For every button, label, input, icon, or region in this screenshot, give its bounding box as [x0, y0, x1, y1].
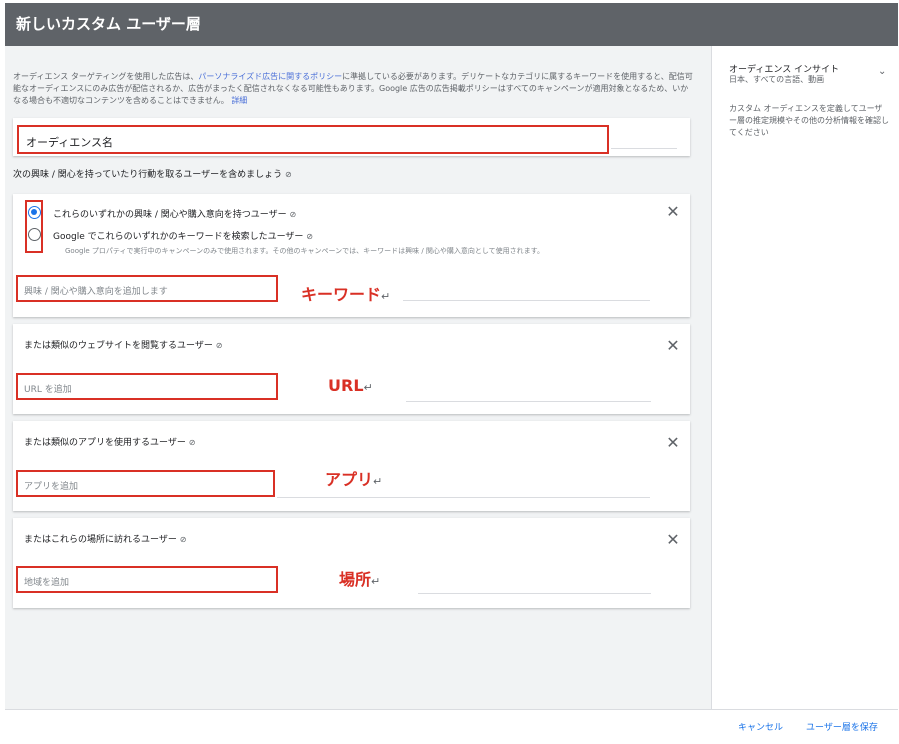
location-card: またはこれらの場所に訪れるユーザー ⊘ ✕ 地域を追加 場所↵	[13, 518, 690, 608]
app-card: または類似のアプリを使用するユーザー ⊘ ✕ アプリを追加 アプリ↵	[13, 421, 690, 511]
keywords-card: これらのいずれかの興味 / 関心や購入意向を持つユーザー ⊘ Google でこ…	[13, 194, 690, 317]
keyword-annotation-text: キーワード	[301, 285, 382, 304]
cancel-button[interactable]: キャンセル	[738, 720, 783, 733]
audience-name-underline	[611, 148, 677, 149]
option-search-keywords-label: Google でこれらのいずれかのキーワードを検索したユーザー	[53, 232, 304, 242]
location-annotation: 場所↵	[339, 566, 380, 590]
keyword-underline	[403, 300, 650, 301]
help-circle-icon[interactable]: ⊘	[180, 535, 187, 544]
help-circle-icon[interactable]: ⊘	[189, 438, 196, 447]
app-card-title-text: または類似のアプリを使用するユーザー	[24, 438, 186, 448]
location-underline	[418, 593, 651, 594]
help-circle-icon[interactable]: ⊘	[285, 170, 292, 179]
option-search-note: Google プロパティで実行中のキャンペーンのみで使用されます。その他のキャン…	[65, 247, 544, 255]
app-underline	[277, 497, 650, 498]
policy-link[interactable]: パーソナライズド広告に関するポリシー	[198, 72, 342, 81]
policy-notice: オーディエンス ターゲティングを使用した広告は、パーソナライズド広告に関するポリ…	[13, 71, 693, 107]
dialog-title: 新しいカスタム ユーザー層	[16, 15, 201, 33]
location-card-title-text: またはこれらの場所に訪れるユーザー	[24, 535, 177, 545]
return-arrow-icon: ↵	[381, 290, 391, 303]
close-icon[interactable]: ✕	[665, 338, 681, 354]
radio-interest-intent[interactable]	[28, 206, 41, 219]
keyword-annotation: キーワード↵	[301, 281, 390, 305]
insight-description: カスタム オーディエンスを定義してユーザー層の推定規模やその他の分析情報を確認し…	[729, 104, 889, 137]
url-card-title: または類似のウェブサイトを閲覧するユーザー ⊘	[24, 338, 222, 351]
url-annotation-text: URL	[328, 376, 364, 395]
dialog-header: 新しいカスタム ユーザー層	[5, 3, 898, 46]
interest-section-label: 次の興味 / 関心を持っていたり行動を取るユーザーを含めましょう ⊘	[13, 167, 292, 180]
dialog-footer: キャンセル ユーザー層を保存	[5, 709, 898, 741]
save-audience-button[interactable]: ユーザー層を保存	[806, 720, 878, 733]
return-arrow-icon: ↵	[371, 575, 381, 588]
policy-detail-link[interactable]: 詳細	[231, 96, 247, 105]
close-icon[interactable]: ✕	[665, 435, 681, 451]
location-card-title: またはこれらの場所に訪れるユーザー ⊘	[24, 532, 186, 545]
url-underline	[406, 401, 651, 402]
audience-name-input[interactable]: オーディエンス名	[17, 125, 609, 154]
help-circle-icon[interactable]: ⊘	[289, 210, 296, 219]
app-card-title: または類似のアプリを使用するユーザー ⊘	[24, 435, 195, 448]
chevron-down-icon[interactable]: ⌄	[878, 66, 886, 77]
main-panel: オーディエンス ターゲティングを使用した広告は、パーソナライズド広告に関するポリ…	[5, 46, 711, 709]
help-circle-icon[interactable]: ⊘	[216, 341, 223, 350]
app-input[interactable]: アプリを追加	[16, 470, 275, 497]
url-card: または類似のウェブサイトを閲覧するユーザー ⊘ ✕ URL を追加 URL↵	[13, 324, 690, 414]
keyword-input[interactable]: 興味 / 関心や購入意向を追加します	[16, 275, 278, 302]
option-interest-intent-label: これらのいずれかの興味 / 関心や購入意向を持つユーザー	[53, 210, 287, 220]
dialog-frame: 新しいカスタム ユーザー層 オーディエンス ターゲティングを使用した広告は、パー…	[5, 3, 898, 741]
close-icon[interactable]: ✕	[665, 204, 681, 220]
url-card-title-text: または類似のウェブサイトを閲覧するユーザー	[24, 341, 213, 351]
close-icon[interactable]: ✕	[665, 532, 681, 548]
return-arrow-icon: ↵	[363, 381, 373, 394]
app-annotation: アプリ↵	[325, 466, 382, 490]
url-annotation: URL↵	[328, 376, 373, 395]
help-circle-icon[interactable]: ⊘	[306, 232, 313, 241]
location-annotation-text: 場所	[339, 570, 372, 589]
policy-text-before: オーディエンス ターゲティングを使用した広告は、	[13, 72, 199, 81]
insight-sidebar: オーディエンス インサイト 日本、すべての言語、動画 ⌄ カスタム オーディエン…	[711, 46, 898, 709]
option-search-keywords[interactable]: Google でこれらのいずれかのキーワードを検索したユーザー ⊘	[53, 229, 313, 242]
audience-name-card: オーディエンス名	[13, 118, 690, 156]
option-interest-intent[interactable]: これらのいずれかの興味 / 関心や購入意向を持つユーザー ⊘	[53, 207, 296, 220]
interest-section-text: 次の興味 / 関心を持っていたり行動を取るユーザーを含めましょう	[13, 170, 283, 180]
return-arrow-icon: ↵	[373, 475, 383, 488]
app-annotation-text: アプリ	[325, 470, 374, 489]
url-input[interactable]: URL を追加	[16, 373, 278, 400]
location-input[interactable]: 地域を追加	[16, 566, 278, 593]
insight-subtitle: 日本、すべての言語、動画	[729, 75, 825, 84]
radio-search-keywords[interactable]	[28, 228, 41, 241]
